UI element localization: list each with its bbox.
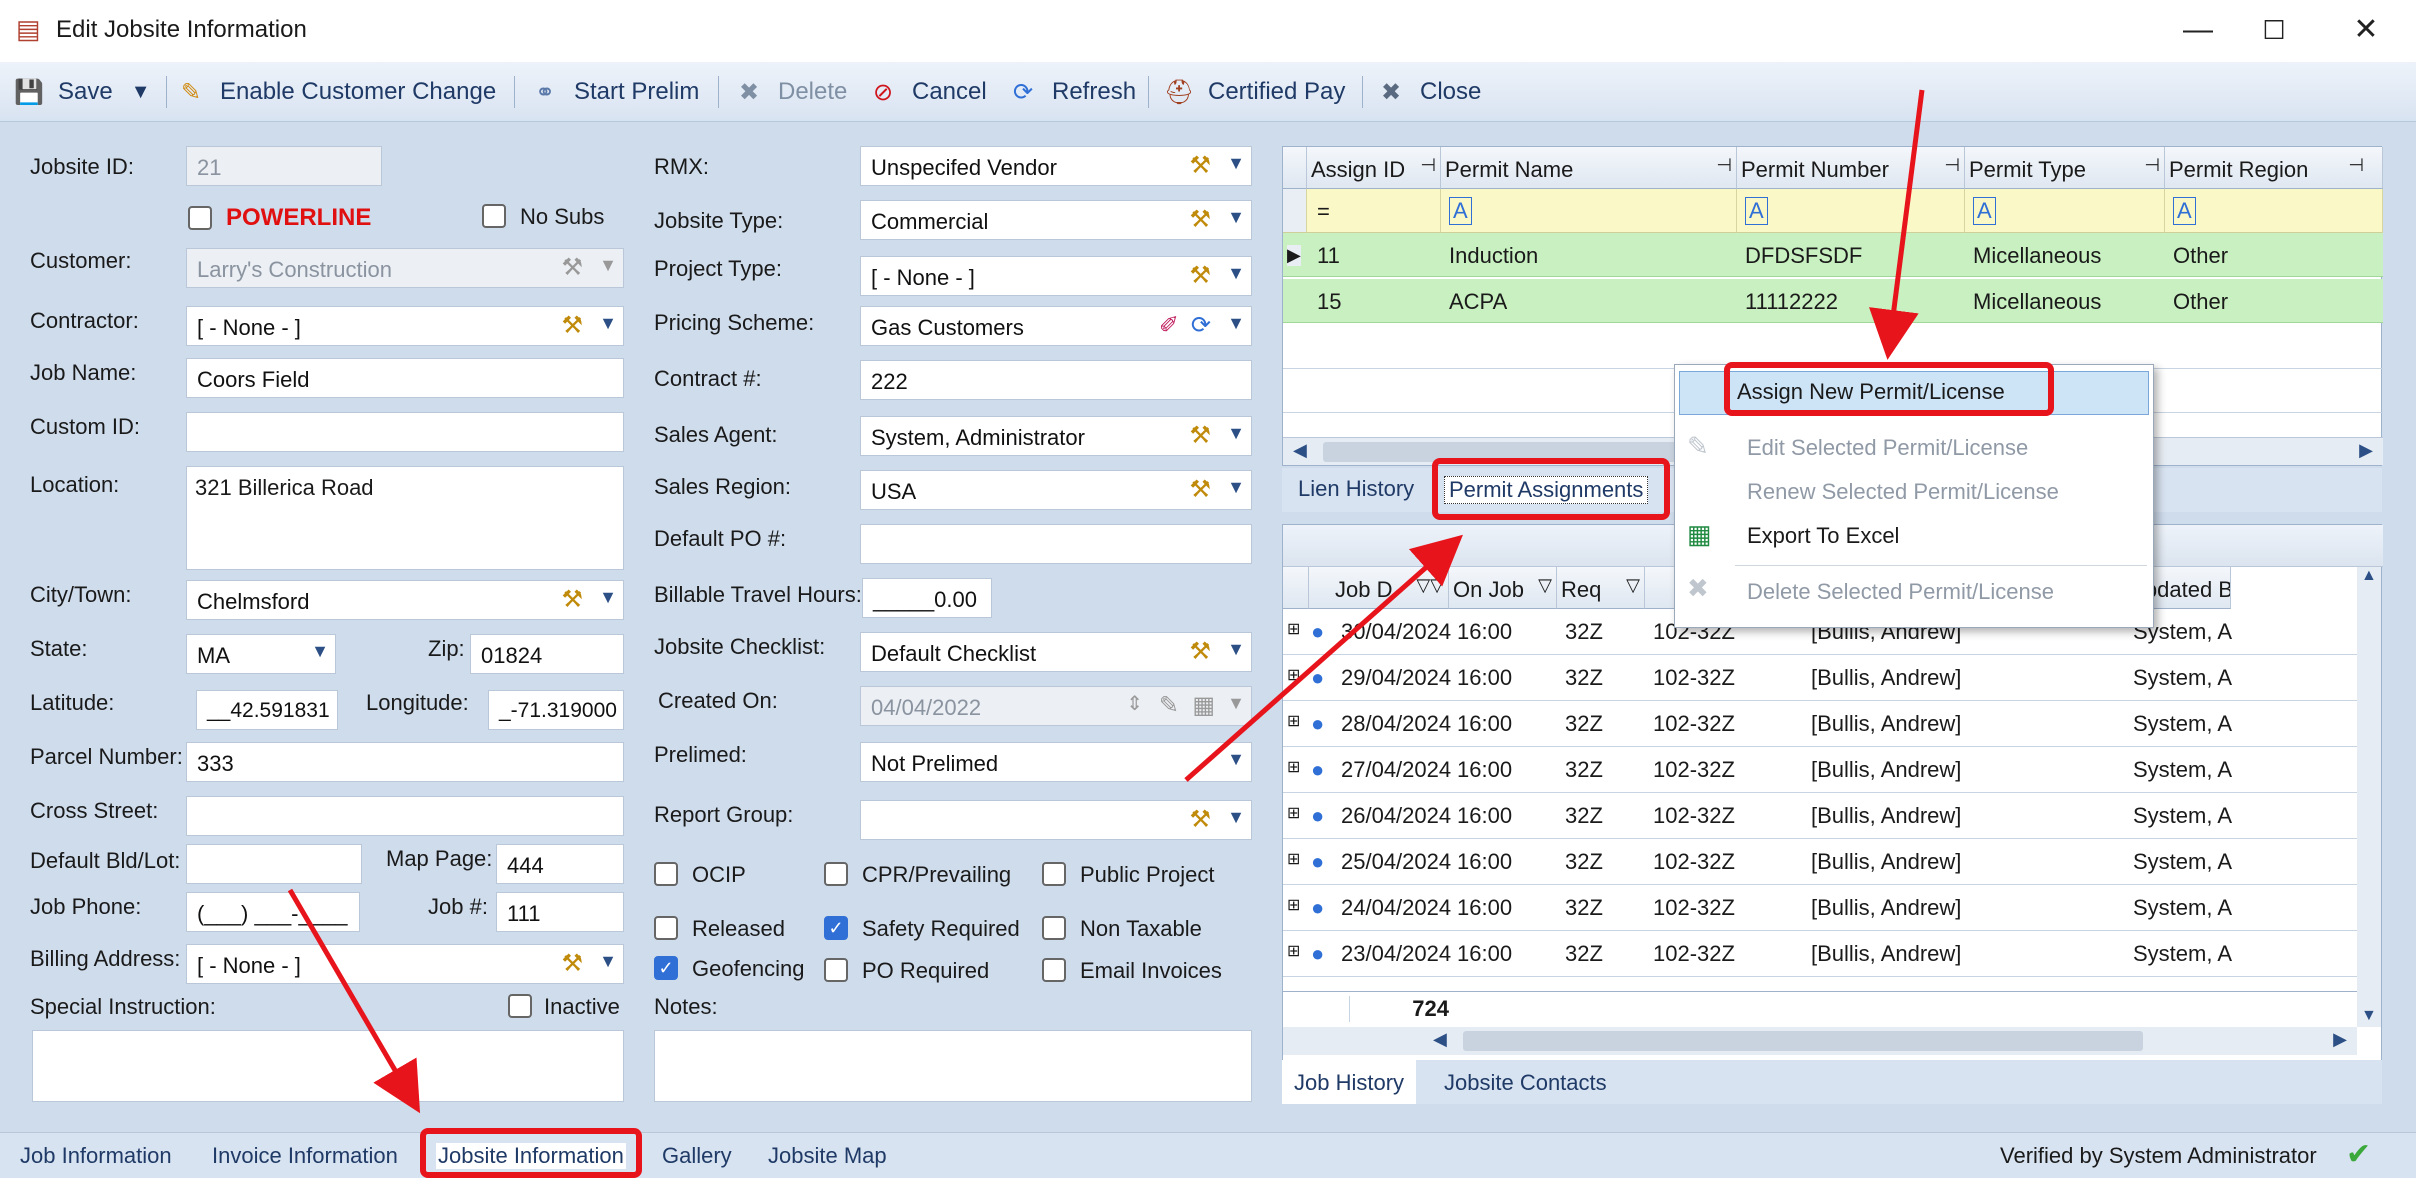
arrow-to-assign-new: [1869, 89, 1925, 360]
arrow-to-permit-tab: [1184, 534, 1463, 782]
arrow-to-jobsite-tab: [287, 888, 421, 1114]
annotation-arrows: [287, 89, 1925, 1114]
